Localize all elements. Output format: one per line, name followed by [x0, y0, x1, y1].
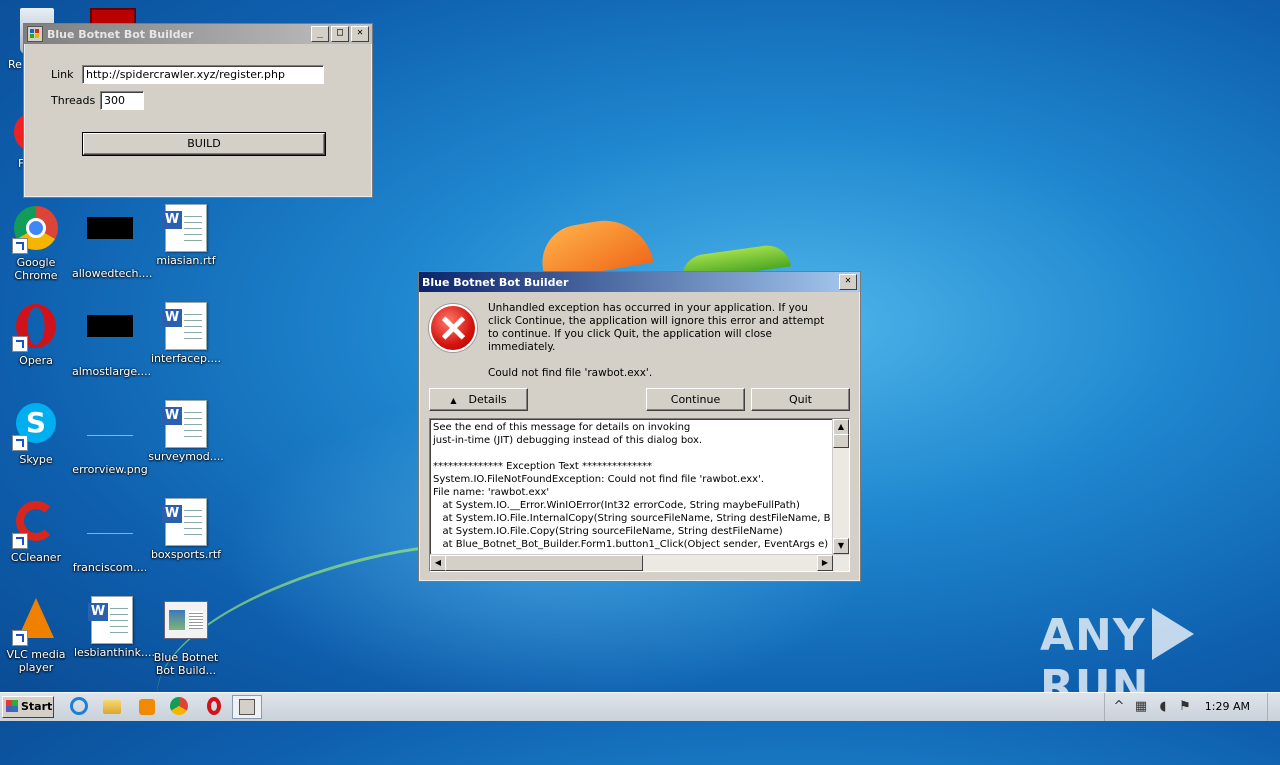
- desktop-icon-franciscom[interactable]: franciscom....: [72, 498, 148, 574]
- scroll-down-arrow-icon[interactable]: ▼: [833, 538, 849, 554]
- clock[interactable]: 1:29 AM: [1205, 700, 1250, 713]
- system-tray: ^ ▦ ◖ ⚑ 1:29 AM: [1104, 693, 1280, 721]
- taskbar: Start ^ ▦ ◖ ⚑ 1:29 AM: [0, 692, 1280, 721]
- app-icon: [27, 26, 43, 42]
- media-player-icon[interactable]: [137, 697, 157, 717]
- ccleaner-icon: [12, 501, 60, 549]
- opera-icon[interactable]: [204, 697, 224, 717]
- details-button-label: Details: [468, 393, 507, 406]
- vertical-scroll-thumb[interactable]: [833, 434, 849, 448]
- desktop-icon-ccleaner[interactable]: CCleaner: [0, 498, 74, 564]
- desktop-icon-skype[interactable]: S Skype: [0, 400, 74, 466]
- windows-flag-icon: [6, 700, 18, 712]
- builder-titlebar[interactable]: Blue Botnet Bot Builder _ □ ✕: [24, 24, 372, 44]
- desktop-icon-almostlarge[interactable]: almostlarge....: [72, 302, 151, 378]
- error-dialog: Blue Botnet Bot Builder ✕ Unhandled exce…: [418, 271, 861, 582]
- threads-input[interactable]: 300: [100, 91, 144, 110]
- builder-title: Blue Botnet Bot Builder: [47, 27, 194, 41]
- word-document-icon: W: [162, 204, 210, 252]
- triangle-up-icon: ▲: [450, 396, 457, 405]
- details-text: See the end of this message for details …: [433, 422, 831, 550]
- quit-button[interactable]: Quit: [751, 388, 850, 411]
- explorer-icon[interactable]: [103, 697, 123, 717]
- desktop-icon-allowedtech[interactable]: allowedtech....: [72, 204, 152, 280]
- scroll-left-arrow-icon[interactable]: ◀: [430, 555, 446, 571]
- desktop-icon-surveymod[interactable]: W surveymod....: [148, 400, 224, 463]
- black-image-icon: [86, 315, 134, 363]
- build-button[interactable]: BUILD: [82, 132, 326, 156]
- opera-icon: [12, 304, 60, 352]
- show-desktop-button[interactable]: [1267, 693, 1280, 721]
- desktop-icon-opera[interactable]: Opera: [0, 302, 74, 367]
- word-document-icon: W: [162, 302, 210, 350]
- network-icon[interactable]: ▦: [1133, 699, 1149, 715]
- desktop-label-partial: Re: [8, 58, 22, 71]
- builder-window: Blue Botnet Bot Builder _ □ ✕ Link http:…: [23, 23, 373, 198]
- start-label: Start: [21, 700, 53, 713]
- minimize-button[interactable]: _: [311, 26, 329, 42]
- details-textbox[interactable]: See the end of this message for details …: [429, 418, 850, 572]
- dialog-close-button[interactable]: ✕: [839, 274, 857, 290]
- start-button[interactable]: Start: [2, 696, 54, 718]
- word-document-icon: W: [162, 400, 210, 448]
- close-button[interactable]: ✕: [351, 26, 369, 42]
- link-label: Link: [51, 68, 74, 81]
- desktop-icon-miasian[interactable]: W miasian.rtf: [148, 204, 224, 267]
- continue-button[interactable]: Continue: [646, 388, 745, 411]
- chrome-icon: [12, 206, 60, 254]
- vlc-icon: [12, 598, 60, 646]
- desktop-icon-boxsports[interactable]: W boxsports.rtf: [148, 498, 224, 561]
- desktop-icon-interfacep[interactable]: W interfacep....: [148, 302, 224, 365]
- image-file-icon: [86, 511, 134, 559]
- error-message: Unhandled exception has occurred in your…: [488, 302, 833, 380]
- desktop-icon-botnet-builder[interactable]: Blue Botnet Bot Build...: [148, 596, 224, 677]
- error-dialog-titlebar[interactable]: Blue Botnet Bot Builder ✕: [419, 272, 860, 292]
- image-file-icon: [86, 413, 134, 461]
- show-hidden-icons-icon[interactable]: ^: [1111, 699, 1127, 715]
- details-button[interactable]: ▲ Details: [429, 388, 528, 411]
- error-dialog-title: Blue Botnet Bot Builder: [422, 275, 569, 289]
- chrome-icon[interactable]: [170, 697, 190, 717]
- threads-label: Threads: [51, 94, 96, 107]
- builder-app-icon[interactable]: [232, 695, 262, 719]
- error-message-text: Unhandled exception has occurred in your…: [488, 302, 825, 353]
- volume-icon[interactable]: ◖: [1155, 699, 1171, 715]
- horizontal-scrollbar[interactable]: ◀ ▶: [430, 554, 849, 571]
- word-document-icon: W: [88, 596, 136, 644]
- error-icon: [429, 304, 477, 352]
- horizontal-scroll-thumb[interactable]: [445, 555, 643, 571]
- skype-icon: S: [12, 403, 60, 451]
- desktop-icon-vlc[interactable]: VLC media player: [0, 596, 74, 674]
- vertical-scrollbar[interactable]: ▲ ▼: [832, 419, 849, 554]
- action-center-flag-icon[interactable]: ⚑: [1177, 699, 1193, 715]
- desktop-icon-errorview[interactable]: errorview.png: [72, 400, 148, 476]
- application-icon: [162, 601, 210, 649]
- play-triangle-icon: [1151, 608, 1194, 660]
- word-document-icon: W: [162, 498, 210, 546]
- maximize-button[interactable]: □: [331, 26, 349, 42]
- link-input[interactable]: http://spidercrawler.xyz/register.php: [82, 65, 324, 84]
- desktop-icon-chrome[interactable]: Google Chrome: [0, 204, 74, 282]
- desktop-icon-lesbianthink[interactable]: W lesbianthink....: [74, 596, 155, 659]
- error-detail-message: Could not find file 'rawbot.exx'.: [488, 367, 653, 379]
- scroll-up-arrow-icon[interactable]: ▲: [833, 419, 849, 435]
- black-image-icon: [86, 217, 134, 265]
- watermark-left: ANY: [1040, 610, 1146, 661]
- ie-icon[interactable]: [70, 697, 90, 717]
- scroll-right-arrow-icon[interactable]: ▶: [817, 555, 833, 571]
